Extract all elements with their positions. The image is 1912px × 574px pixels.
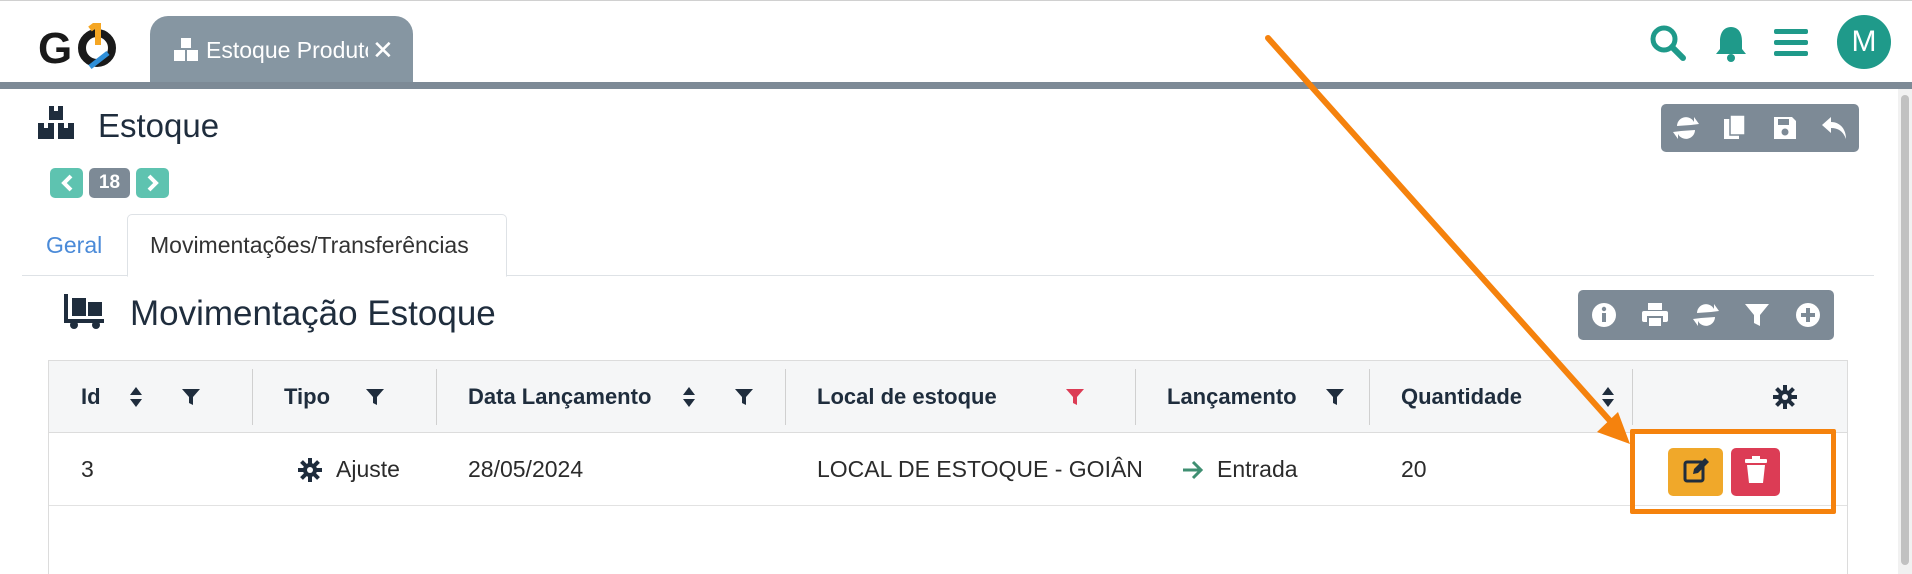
annotation-arrow [1265, 35, 1630, 444]
annotation-highlight-box [1630, 429, 1836, 514]
